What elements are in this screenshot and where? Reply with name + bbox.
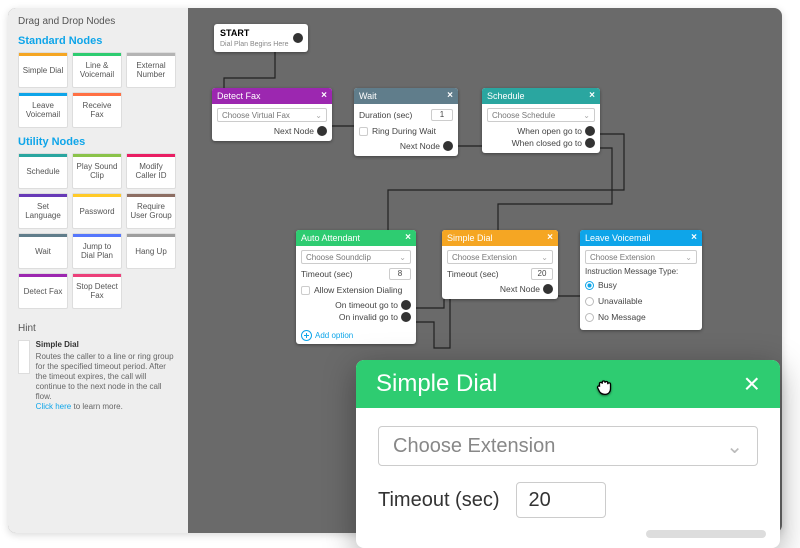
timeout-input[interactable]: 20 [531, 268, 553, 280]
hint-text: Simple Dial Routes the caller to a line … [36, 340, 178, 412]
next-node-port[interactable]: Next Node [217, 125, 327, 137]
simple-dial-node[interactable]: Simple Dial× Choose Extension⌄ Timeout (… [442, 230, 558, 299]
auto-attendant-node[interactable]: Auto Attendant× Choose Soundclip⌄ Timeou… [296, 230, 416, 344]
standard-nodes-palette: Simple DialLine & VoicemailExternal Numb… [18, 52, 178, 128]
duration-label: Duration (sec) [359, 110, 427, 120]
palette-node[interactable]: Receive Fax [72, 92, 122, 128]
palette-node[interactable]: Simple Dial [18, 52, 68, 88]
node-header[interactable]: Detect Fax× [212, 88, 332, 104]
ring-checkbox[interactable] [359, 127, 368, 136]
utility-nodes-palette: SchedulePlay Sound ClipModify Caller ID S… [18, 153, 178, 309]
timeout-input[interactable] [516, 482, 606, 518]
palette-node[interactable]: Wait [18, 233, 68, 269]
chevron-down-icon: ⌄ [726, 434, 743, 459]
on-invalid-port[interactable]: On invalid go to [301, 311, 411, 323]
open-port[interactable]: When open go to [487, 125, 595, 137]
timeout-input[interactable]: 8 [389, 268, 411, 280]
instruction-label: Instruction Message Type: [585, 267, 697, 276]
chevron-down-icon: ⌄ [685, 253, 692, 262]
close-icon[interactable]: × [691, 230, 697, 246]
standard-nodes-heading: Standard Nodes [18, 35, 178, 47]
utility-nodes-heading: Utility Nodes [18, 136, 178, 148]
soundclip-select[interactable]: Choose Soundclip⌄ [301, 250, 411, 264]
palette-node[interactable]: Play Sound Clip [72, 153, 122, 189]
hint-thumbnail [18, 340, 30, 374]
close-icon[interactable]: × [321, 88, 327, 104]
busy-radio[interactable] [585, 281, 594, 290]
palette-node[interactable]: Jump to Dial Plan [72, 233, 122, 269]
on-timeout-port[interactable]: On timeout go to [301, 299, 411, 311]
palette-node[interactable]: Line & Voicemail [72, 52, 122, 88]
unavailable-radio[interactable] [585, 297, 594, 306]
duration-input[interactable]: 1 [431, 109, 453, 121]
extension-select[interactable]: Choose Extension⌄ [447, 250, 553, 264]
palette-node[interactable]: Password [72, 193, 122, 229]
detect-fax-node[interactable]: Detect Fax× Choose Virtual Fax⌄ Next Nod… [212, 88, 332, 141]
allow-ext-checkbox[interactable] [301, 286, 310, 295]
leave-voicemail-node[interactable]: Leave Voicemail× Choose Extension⌄ Instr… [580, 230, 702, 330]
schedule-select[interactable]: Choose Schedule⌄ [487, 108, 595, 122]
virtual-fax-select[interactable]: Choose Virtual Fax⌄ [217, 108, 327, 122]
chevron-down-icon: ⌄ [541, 253, 548, 262]
schedule-node[interactable]: Schedule× Choose Schedule⌄ When open go … [482, 88, 600, 153]
palette-node[interactable]: Detect Fax [18, 273, 68, 309]
close-icon[interactable]: × [547, 230, 553, 246]
palette-node[interactable]: Stop Detect Fax [72, 273, 122, 309]
palette-node[interactable]: Modify Caller ID [126, 153, 176, 189]
popup-title: Simple Dial [376, 370, 497, 398]
node-header[interactable]: Wait× [354, 88, 458, 104]
add-option-button[interactable]: Add option [296, 327, 416, 344]
start-title: START [220, 28, 288, 38]
popup-header[interactable]: Simple Dial × [356, 360, 780, 408]
palette-node[interactable]: External Number [126, 52, 176, 88]
sidebar-title: Drag and Drop Nodes [18, 16, 178, 27]
close-icon[interactable]: × [405, 230, 411, 246]
extension-select[interactable]: Choose Extension ⌄ [378, 426, 758, 466]
palette-node[interactable]: Require User Group [126, 193, 176, 229]
hint-heading: Hint [18, 323, 178, 334]
hint-after: to learn more. [71, 402, 123, 411]
node-header[interactable]: Simple Dial× [442, 230, 558, 246]
timeout-label: Timeout (sec) [447, 269, 527, 279]
node-palette-sidebar: Drag and Drop Nodes Standard Nodes Simpl… [8, 8, 188, 533]
hint-section: Hint Simple Dial Routes the caller to a … [18, 323, 178, 412]
palette-node[interactable]: Leave Voicemail [18, 92, 68, 128]
node-header[interactable]: Leave Voicemail× [580, 230, 702, 246]
palette-node[interactable]: Set Language [18, 193, 68, 229]
no-message-radio[interactable] [585, 313, 594, 322]
start-node[interactable]: START Dial Plan Begins Here [214, 24, 308, 52]
timeout-label: Timeout (sec) [378, 489, 500, 512]
close-icon[interactable]: × [589, 88, 595, 104]
palette-node[interactable]: Schedule [18, 153, 68, 189]
node-header[interactable]: Auto Attendant× [296, 230, 416, 246]
extension-select[interactable]: Choose Extension⌄ [585, 250, 697, 264]
chevron-down-icon: ⌄ [399, 253, 406, 262]
timeout-label: Timeout (sec) [301, 269, 385, 279]
palette-node[interactable]: Hang Up [126, 233, 176, 269]
hint-title: Simple Dial [36, 340, 178, 350]
hint-body: Routes the caller to a line or ring grou… [36, 352, 174, 401]
close-icon[interactable]: × [447, 88, 453, 104]
simple-dial-popup[interactable]: Simple Dial × Choose Extension ⌄ Timeout… [356, 360, 780, 548]
closed-port[interactable]: When closed go to [487, 137, 595, 149]
node-header[interactable]: Schedule× [482, 88, 600, 104]
close-icon[interactable]: × [744, 368, 760, 400]
scrollbar[interactable] [646, 530, 766, 538]
chevron-down-icon: ⌄ [315, 111, 322, 120]
next-node-port[interactable]: Next Node [359, 140, 453, 152]
wait-node[interactable]: Wait× Duration (sec)1 Ring During Wait N… [354, 88, 458, 156]
next-node-port[interactable]: Next Node [447, 283, 553, 295]
chevron-down-icon: ⌄ [583, 111, 590, 120]
hint-link[interactable]: Click here [36, 402, 72, 411]
start-subtitle: Dial Plan Begins Here [220, 41, 288, 48]
